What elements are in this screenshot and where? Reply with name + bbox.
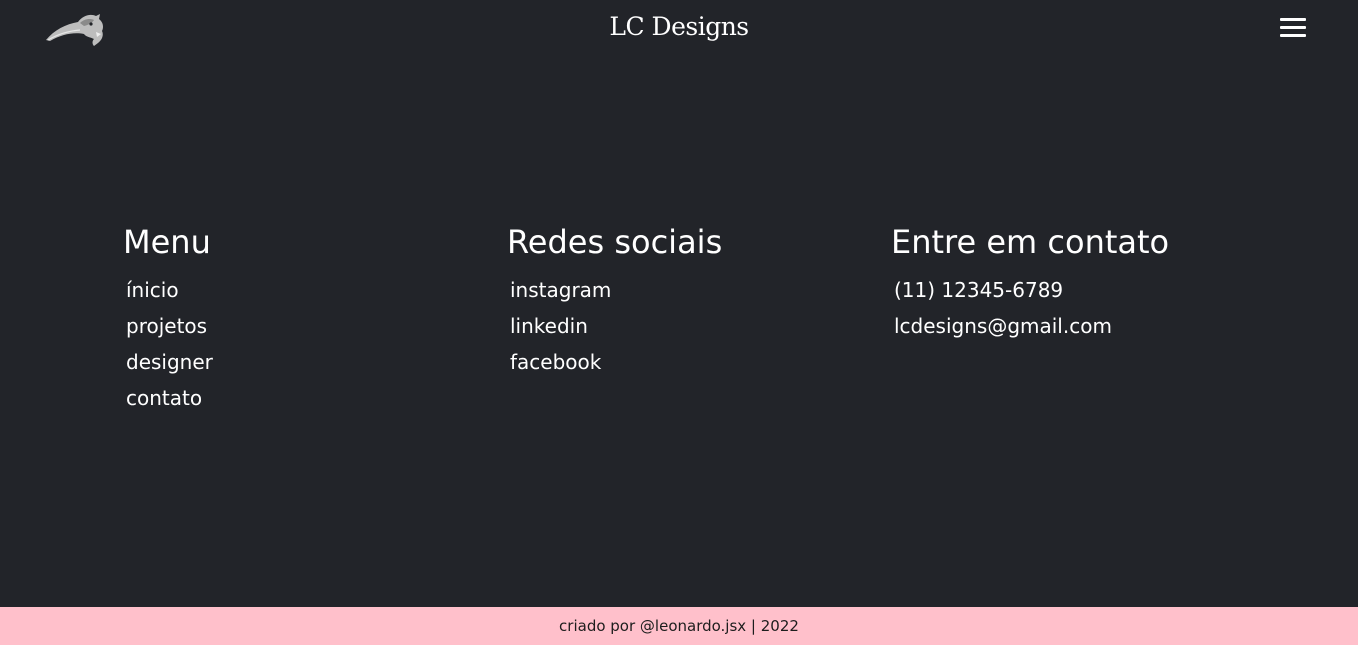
social-section: Redes sociais instagram linkedin faceboo… bbox=[507, 222, 722, 380]
menu-link-projetos[interactable]: projetos bbox=[126, 314, 207, 338]
menu-item-contato: contato bbox=[126, 380, 213, 416]
page: LC Designs Menu ínicio projetos designer… bbox=[0, 0, 1358, 645]
phone-link[interactable]: (11) 12345-6789 bbox=[894, 278, 1063, 302]
contact-item-email: lcdesigns@gmail.com bbox=[894, 308, 1169, 344]
social-list: instagram linkedin facebook bbox=[507, 272, 722, 380]
menu-bar bbox=[1280, 26, 1306, 29]
contact-item-phone: (11) 12345-6789 bbox=[894, 272, 1169, 308]
menu-item-designer: designer bbox=[126, 344, 213, 380]
social-item-linkedin: linkedin bbox=[510, 308, 722, 344]
social-heading: Redes sociais bbox=[507, 223, 723, 261]
menu-link-inicio[interactable]: ínicio bbox=[126, 278, 179, 302]
menu-section: Menu ínicio projetos designer contato bbox=[123, 222, 213, 416]
contact-list: (11) 12345-6789 lcdesigns@gmail.com bbox=[891, 272, 1169, 344]
menu-link-contato[interactable]: contato bbox=[126, 386, 202, 410]
site-header: LC Designs bbox=[0, 0, 1358, 60]
social-item-instagram: instagram bbox=[510, 272, 722, 308]
menu-list: ínicio projetos designer contato bbox=[123, 272, 213, 416]
menu-bar bbox=[1280, 18, 1306, 21]
linkedin-link[interactable]: linkedin bbox=[510, 314, 588, 338]
menu-heading: Menu bbox=[123, 223, 211, 261]
hamburger-menu-icon[interactable] bbox=[1278, 16, 1308, 42]
site-title[interactable]: LC Designs bbox=[0, 12, 1358, 41]
menu-link-designer[interactable]: designer bbox=[126, 350, 213, 374]
contact-heading: Entre em contato bbox=[891, 223, 1170, 261]
footer-credit: criado por @leonardo.jsx | 2022 bbox=[559, 617, 799, 635]
social-item-facebook: facebook bbox=[510, 344, 722, 380]
facebook-link[interactable]: facebook bbox=[510, 350, 601, 374]
menu-bar bbox=[1280, 34, 1306, 37]
instagram-link[interactable]: instagram bbox=[510, 278, 611, 302]
site-footer: criado por @leonardo.jsx | 2022 bbox=[0, 607, 1358, 645]
menu-item-inicio: ínicio bbox=[126, 272, 213, 308]
menu-item-projetos: projetos bbox=[126, 308, 213, 344]
email-link[interactable]: lcdesigns@gmail.com bbox=[894, 314, 1112, 338]
contact-section: Entre em contato (11) 12345-6789 lcdesig… bbox=[891, 222, 1169, 344]
